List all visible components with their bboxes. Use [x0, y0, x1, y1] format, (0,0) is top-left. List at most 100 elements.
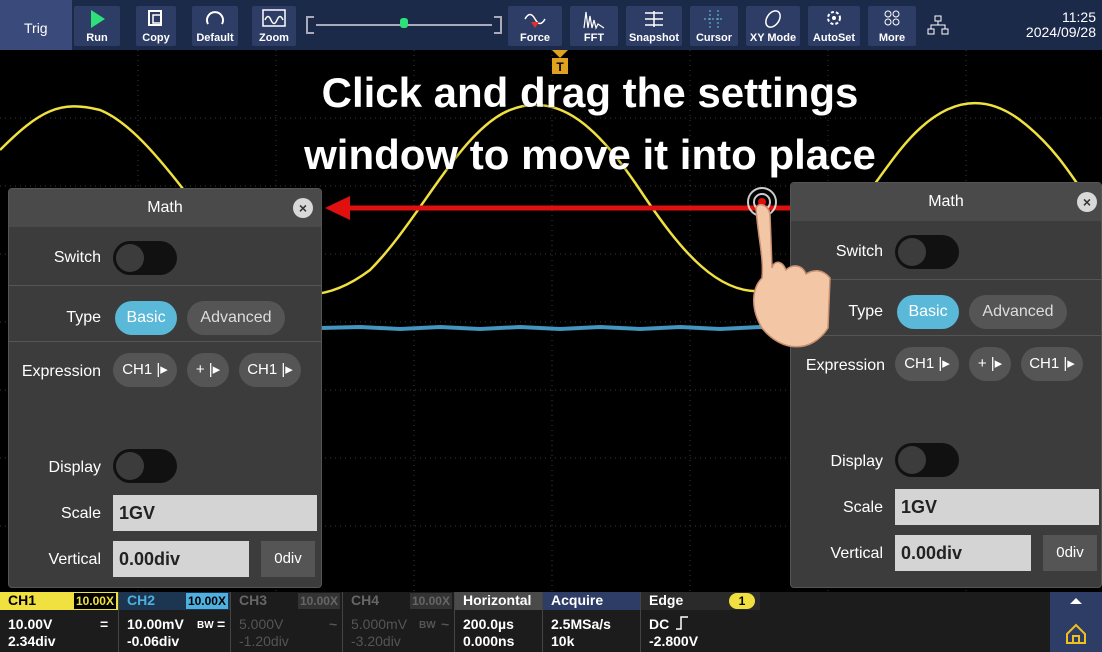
default-button[interactable]: Default [192, 6, 238, 46]
clock: 11:25 2024/09/28 [1026, 10, 1096, 40]
acquire-sample-rate: 2.5MSa/s [551, 616, 611, 632]
horizontal-timebase: 200.0µs [463, 616, 514, 632]
run-button[interactable]: Run [74, 6, 120, 46]
vertical-zero-button[interactable]: 0div [261, 541, 315, 577]
snapshot-button[interactable]: Snapshot [626, 6, 682, 46]
status-bar: CH1 10.00X 10.00V = 2.34div CH2 10.00X 1… [0, 592, 1102, 652]
acquire-status[interactable]: Acquire 2.5MSa/s 10k [542, 592, 640, 652]
ch3-status[interactable]: CH3 10.00X 5.000V ~ -1.20div [230, 592, 342, 652]
math-panel-title: Math [147, 199, 183, 216]
ch1-probe-badge: 10.00X [73, 593, 116, 609]
more-button[interactable]: More [868, 6, 916, 46]
divider [791, 279, 1101, 280]
acquire-memory-depth: 10k [551, 633, 575, 649]
type-advanced-button[interactable]: Advanced [187, 301, 285, 335]
waveform-display[interactable]: T Click and drag the settings window to … [0, 50, 1102, 592]
scale-input[interactable]: 1GV [895, 489, 1099, 525]
display-label: Display [830, 453, 883, 470]
ch4-offset: -3.20div [351, 633, 401, 649]
switch-label: Switch [53, 249, 101, 266]
math-panel-right[interactable]: Math × Switch Type Basic Advanced Expres… [790, 182, 1102, 588]
acquire-name: Acquire [543, 592, 640, 610]
display-toggle[interactable] [895, 443, 959, 477]
ch1-status[interactable]: CH1 10.00X 10.00V = 2.34div [0, 592, 118, 652]
trigger-coupling: DC [649, 616, 670, 632]
type-basic-button[interactable]: Basic [897, 295, 959, 329]
expression-source-2[interactable]: CH1 |▸ [1021, 347, 1083, 381]
reset-icon [206, 11, 224, 25]
ch4-bw-limit: BW [419, 620, 436, 631]
chevron-up-icon[interactable] [1068, 596, 1084, 606]
zoom-wave-icon [262, 9, 286, 27]
trigger-status[interactable]: Edge 1 DC -2.800V [640, 592, 760, 652]
ch2-offset: -0.06div [127, 633, 180, 649]
vertical-label: Vertical [830, 545, 883, 562]
ch1-coupling: = [100, 616, 109, 632]
ch3-coupling: ~ [329, 616, 338, 632]
force-trigger-icon [524, 13, 546, 28]
autoset-button[interactable]: AutoSet [808, 6, 860, 46]
ch2-coupling: = [217, 616, 226, 632]
switch-label: Switch [835, 243, 883, 260]
close-icon[interactable]: × [1077, 192, 1097, 212]
expression-label: Expression [21, 363, 101, 380]
ch4-status[interactable]: CH4 10.00X 5.000mV BW ~ -3.20div [342, 592, 454, 652]
clock-time: 11:25 [1062, 9, 1096, 25]
ch2-volts-div: 10.00mV [127, 616, 184, 632]
display-toggle[interactable] [113, 449, 177, 483]
ch2-status[interactable]: CH2 10.00X 10.00mV BW = -0.06div [118, 592, 230, 652]
type-basic-button[interactable]: Basic [115, 301, 177, 335]
play-icon [91, 10, 105, 28]
switch-toggle[interactable] [113, 241, 177, 275]
vertical-label: Vertical [48, 551, 101, 568]
xy-mode-button[interactable]: XY Mode [746, 6, 800, 46]
ch3-probe-badge: 10.00X [297, 593, 340, 609]
horizontal-status[interactable]: Horizontal 200.0µs 0.000ns [454, 592, 542, 652]
ch4-volts-div: 5.000mV [351, 616, 408, 632]
ch3-volts-div: 5.000V [239, 616, 284, 632]
list-icon [645, 11, 663, 27]
network-icon[interactable] [926, 14, 950, 36]
expression-source-1[interactable]: CH1 |▸ [895, 347, 959, 381]
cursor-grid-icon [704, 10, 724, 28]
type-label: Type [848, 303, 883, 320]
expression-operator[interactable]: + |▸ [187, 353, 229, 387]
copy-button[interactable]: Copy [136, 6, 176, 46]
home-button[interactable] [1050, 592, 1102, 652]
scale-label: Scale [842, 499, 883, 516]
type-advanced-button[interactable]: Advanced [969, 295, 1067, 329]
horizontal-position-slider[interactable] [306, 14, 502, 36]
scale-input[interactable]: 1GV [113, 495, 317, 531]
fft-button[interactable]: FFT [570, 6, 618, 46]
math-panel-header[interactable]: Math × [791, 183, 1101, 221]
scale-label: Scale [60, 505, 101, 522]
close-icon[interactable]: × [293, 198, 313, 218]
force-button[interactable]: Force [508, 6, 562, 46]
expression-operator[interactable]: + |▸ [969, 347, 1011, 381]
slider-left-bracket [306, 16, 314, 34]
vertical-zero-button[interactable]: 0div [1043, 535, 1097, 571]
clock-date: 2024/09/28 [1025, 24, 1096, 40]
horizontal-delay: 0.000ns [463, 633, 515, 649]
cursor-button[interactable]: Cursor [690, 6, 738, 46]
headline-line-1: Click and drag the settings [321, 69, 859, 116]
math-panel-left[interactable]: Math × Switch Type Basic Advanced Expres… [8, 188, 322, 588]
spectrum-icon [583, 11, 605, 30]
zoom-button[interactable]: Zoom [252, 6, 296, 46]
trig-status-button[interactable]: Trig [0, 0, 72, 50]
home-icon[interactable] [1064, 622, 1088, 646]
expression-source-2[interactable]: CH1 |▸ [239, 353, 301, 387]
vertical-input[interactable]: 0.00div [113, 541, 249, 577]
ch1-offset: 2.34div [8, 633, 56, 649]
switch-toggle[interactable] [895, 235, 959, 269]
ch3-offset: -1.20div [239, 633, 289, 649]
gear-icon [827, 11, 841, 25]
divider [9, 341, 321, 342]
math-panel-header[interactable]: Math × [9, 189, 321, 227]
ch2-bw-limit: BW [197, 620, 214, 631]
vertical-input[interactable]: 0.00div [895, 535, 1031, 571]
slider-knob[interactable] [400, 18, 408, 28]
type-label: Type [66, 309, 101, 326]
expression-source-1[interactable]: CH1 |▸ [113, 353, 177, 387]
ellipse-icon [765, 10, 781, 28]
